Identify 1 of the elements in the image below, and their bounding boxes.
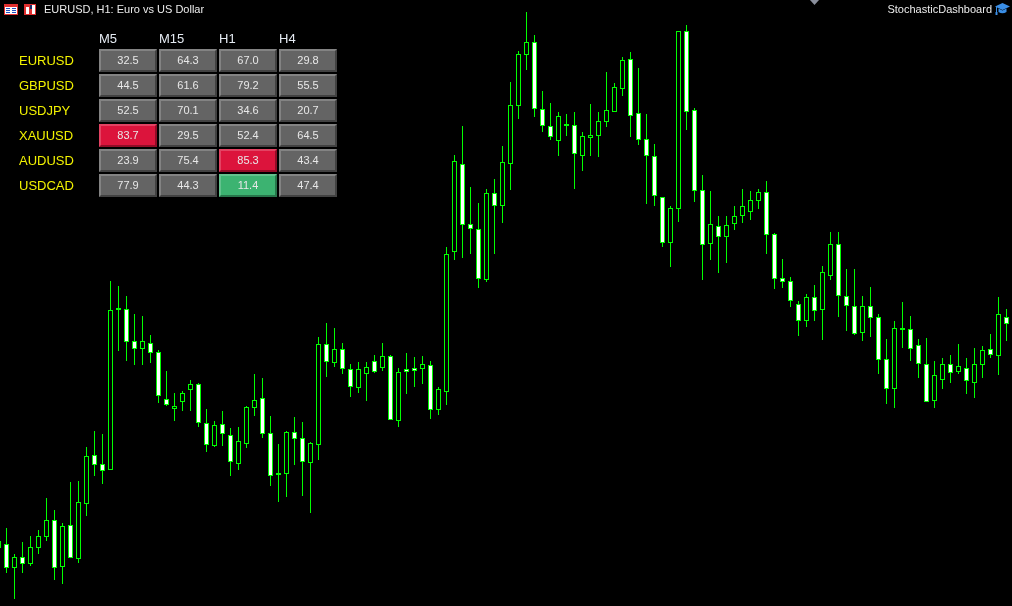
triangle-marker-icon [810, 0, 819, 5]
